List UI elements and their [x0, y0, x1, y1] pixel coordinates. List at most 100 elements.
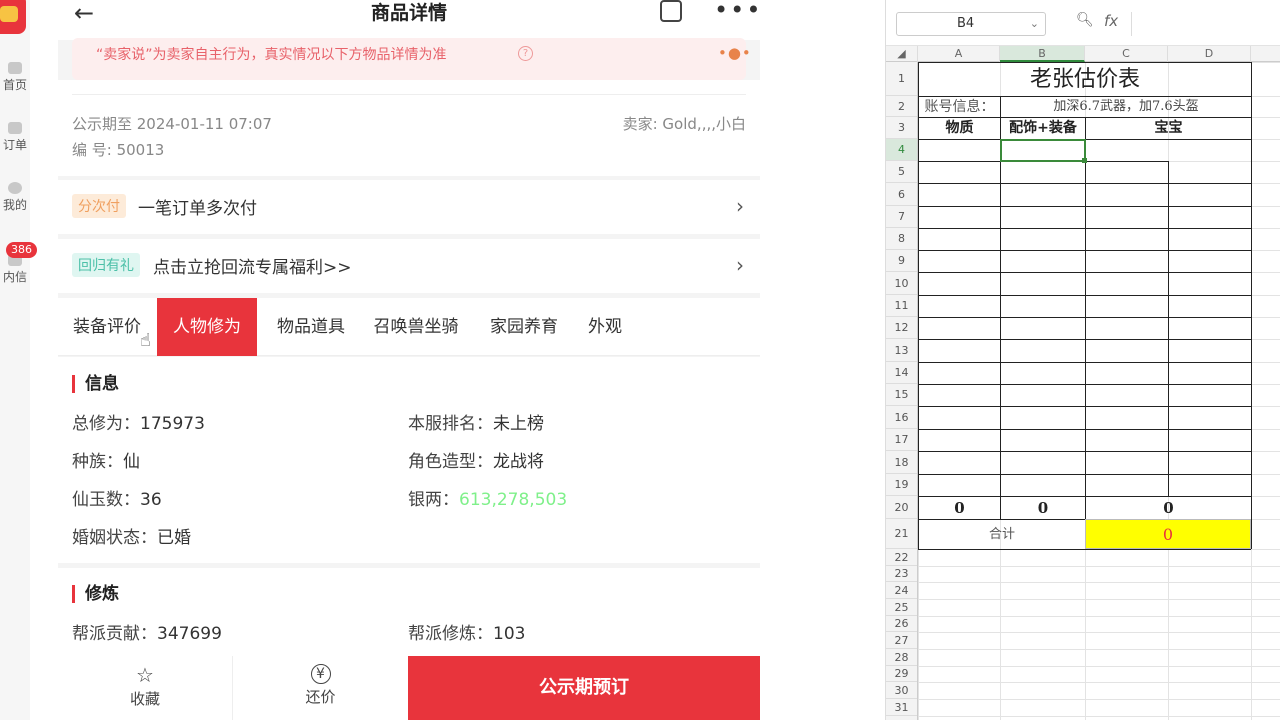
info-field: 婚姻状态：已婚	[72, 523, 191, 548]
nav-item-messages[interactable]: 内信	[0, 254, 30, 285]
installment-text: 一笔订单多次付	[138, 199, 257, 219]
nav-item-mine[interactable]: 我的	[0, 182, 30, 213]
help-icon[interactable]: ?	[518, 46, 533, 61]
field-key: 种族：	[72, 452, 123, 472]
favorite-label: 收藏	[129, 690, 160, 708]
bargain-button[interactable]: ¥ 还价	[233, 656, 408, 720]
mouse-pointer-icon: ☝	[140, 330, 151, 351]
info-section: 信息 总修为：175973 本服排名：未上榜 种族：仙 角色造型：龙战将 仙玉数…	[58, 357, 760, 563]
seller-notice: “卖家说”为卖家自主行为，真实情况以下方物品详情为准 ? •●•	[72, 38, 751, 80]
divider	[72, 94, 746, 95]
yen-icon: ¥	[310, 664, 331, 684]
nav-label: 内信	[2, 270, 27, 284]
faint-grid-line	[918, 649, 1280, 650]
faint-grid-line	[918, 632, 1280, 633]
share-icon[interactable]	[660, 0, 682, 22]
product-detail-page: 商品详情 ← ••• “卖家说”为卖家自主行为，真实情况以下方物品详情为准 ? …	[58, 0, 760, 720]
faint-grid-line	[918, 599, 1280, 600]
total-value-cell[interactable]: 0	[1085, 519, 1251, 549]
nav-item-home[interactable]: 首页	[0, 62, 30, 93]
sum-a-cell[interactable]: 0	[919, 497, 1000, 519]
nav-label: 订单	[2, 138, 27, 152]
header-quality-cell[interactable]: 物质	[919, 118, 1000, 139]
chevron-right-icon: ›	[736, 194, 744, 218]
preorder-button[interactable]: 公示期预订	[408, 656, 760, 720]
grid-line	[1168, 183, 1169, 496]
field-key: 总修为：	[72, 414, 140, 434]
field-key: 仙玉数：	[72, 490, 140, 510]
cell-grid[interactable]: 老张估价表 账号信息： 加深6.7武器，加7.6头盔 物质 配饰+装备 宝宝 0 0 0 合计 0	[886, 0, 1280, 720]
field-key: 银两：	[408, 490, 459, 510]
info-field: 本服排名：未上榜	[408, 409, 544, 434]
info-field: 银两：613,278,503	[408, 485, 567, 510]
user-icon	[8, 182, 22, 194]
grid-line	[1251, 62, 1252, 549]
favorite-button[interactable]: ☆ 收藏	[58, 656, 233, 720]
more-icon[interactable]: •••	[714, 0, 760, 22]
faint-grid-line	[918, 616, 1280, 617]
cultivation-section: 修炼 帮派贡献：347699 帮派修炼：103	[58, 568, 760, 656]
account-value-cell[interactable]: 加深6.7武器，加7.6头盔	[1001, 97, 1251, 117]
faint-grid-line	[918, 682, 1280, 683]
star-icon: ☆	[136, 663, 154, 687]
field-value: 103	[493, 624, 526, 644]
background-gap	[760, 0, 885, 720]
field-value: 175973	[140, 414, 205, 434]
dots-icon: •●•	[718, 44, 752, 62]
tab-pets-mounts[interactable]: 召唤兽坐骑	[363, 298, 469, 356]
nav-item-orders[interactable]: 订单	[0, 122, 30, 153]
faint-grid-line	[918, 716, 1280, 717]
nav-label: 首页	[2, 78, 27, 92]
category-tabs: 装备评价 人物修为 物品道具 召唤兽坐骑 家园养育 外观	[58, 298, 760, 356]
bottom-action-bar: ☆ 收藏 ¥ 还价 公示期预订	[58, 656, 760, 720]
grid-line	[918, 549, 1251, 550]
seller-name[interactable]: 卖家: Gold,,,,小白	[623, 113, 746, 134]
cultivation-field: 帮派修炼：103	[408, 619, 525, 644]
grid-line	[1168, 161, 1169, 183]
sheet-title-cell[interactable]: 老张估价表	[919, 63, 1251, 96]
faint-grid-line	[918, 566, 1280, 567]
left-nav: 首页 订单 我的 内信	[0, 0, 30, 720]
field-value: 36	[140, 490, 162, 510]
item-number: 编 号: 50013	[72, 141, 165, 159]
header-accessory-cell[interactable]: 配饰+装备	[1001, 118, 1085, 139]
account-label-cell[interactable]: 账号信息：	[919, 97, 1000, 117]
silver-value: 613,278,503	[459, 490, 568, 510]
selected-cell-b4[interactable]	[1000, 139, 1086, 162]
return-gift-tag: 回归有礼	[72, 253, 140, 277]
field-key: 本服排名：	[408, 414, 493, 434]
total-label-cell[interactable]: 合计	[919, 520, 1085, 549]
nav-label: 我的	[2, 198, 27, 212]
page-title: 商品详情	[370, 2, 447, 24]
tab-items[interactable]: 物品道具	[263, 298, 359, 356]
top-bar: 商品详情 ← •••	[58, 0, 760, 40]
return-gift-row[interactable]: 回归有礼 点击立抢回流专属福利>> ›	[58, 239, 760, 293]
chevron-right-icon: ›	[736, 253, 744, 277]
faint-grid-line	[918, 666, 1280, 667]
installment-tag: 分次付	[72, 194, 126, 218]
home-icon	[8, 62, 22, 74]
field-key: 帮派贡献：	[72, 624, 157, 644]
tab-appearance[interactable]: 外观	[580, 298, 630, 356]
fill-handle[interactable]	[1082, 158, 1087, 163]
item-info-block: 公示期至 2024-01-11 07:07 卖家: Gold,,,,小白 编 号…	[58, 80, 760, 176]
tab-home[interactable]: 家园养育	[482, 298, 566, 356]
field-key: 帮派修炼：	[408, 624, 493, 644]
installment-row[interactable]: 分次付 一笔订单多次付 ›	[58, 180, 760, 234]
sum-c-cell[interactable]: 0	[1086, 497, 1251, 519]
back-arrow-icon[interactable]: ←	[74, 1, 94, 25]
field-value: 仙	[123, 452, 140, 472]
header-pet-cell[interactable]: 宝宝	[1086, 118, 1251, 139]
field-value: 已婚	[157, 528, 191, 548]
field-key: 角色造型：	[408, 452, 493, 472]
faint-grid-line	[918, 582, 1280, 583]
field-value: 347699	[157, 624, 222, 644]
sum-b-cell[interactable]: 0	[1001, 497, 1085, 519]
publicity-period: 公示期至 2024-01-11 07:07	[72, 115, 272, 133]
return-gift-text: 点击立抢回流专属福利>>	[153, 258, 352, 278]
tab-character[interactable]: 人物修为	[157, 298, 257, 356]
app-logo-icon[interactable]	[0, 0, 26, 34]
field-value: 未上榜	[493, 414, 544, 434]
info-field: 仙玉数：36	[72, 485, 162, 510]
bargain-label: 还价	[305, 688, 336, 706]
